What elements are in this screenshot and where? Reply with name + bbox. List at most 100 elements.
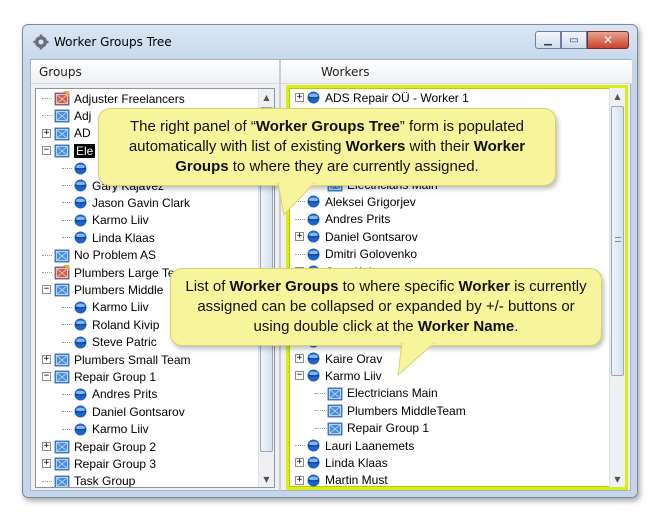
tree-line [62,202,72,204]
tree-item-label: Andres Prits [92,387,158,402]
tree-item[interactable]: Task Group [42,473,135,487]
group-icon [54,439,70,454]
tree-item[interactable]: + Repair Group 3 [42,455,156,472]
expand-plus-icon[interactable]: + [295,232,304,242]
expand-plus-icon[interactable]: + [42,355,51,364]
tree-item[interactable]: − Repair Group 1 [42,368,156,385]
tree-line [315,392,325,394]
expand-plus-icon[interactable]: + [295,475,304,485]
tree-item[interactable]: Lauri Laanemets [295,437,414,454]
callout-bold-text: Workers [345,138,406,155]
collapse-minus-icon[interactable]: − [295,371,304,381]
tree-item-label: AD [74,126,91,141]
tree-item[interactable]: + Repair Group 2 [42,438,156,455]
tree-item[interactable]: − Karmo Liiv [295,367,382,384]
callout-text: with their [405,138,474,155]
tree-item-label: Plumbers Middle [74,282,164,297]
tree-line [62,428,72,430]
tree-line [315,427,325,429]
group-icon [54,126,70,141]
worker-icon [307,248,320,261]
expand-plus-icon[interactable]: + [295,93,304,102]
tree-item[interactable]: Andres Prits [62,386,157,403]
tree-item-label: Karmo Liiv [92,300,149,315]
tree-line [62,306,72,308]
tree-item[interactable]: − Ele [42,142,96,159]
expand-plus-icon[interactable]: + [42,442,51,451]
tree-item-label: Kaire Orav [325,351,383,366]
collapse-minus-icon[interactable]: − [42,372,51,382]
tree-line [42,115,52,117]
tree-item[interactable]: Jason Gavin Clark [62,194,190,211]
tree-item-label: Steve Patric [92,335,157,350]
expand-plus-icon[interactable]: + [42,459,51,469]
tree-item[interactable] [62,160,92,177]
group-icon [54,282,70,297]
callout-text: to where they are currently assigned. [228,158,479,175]
tree-item[interactable]: + Linda Klaas [295,454,388,471]
tree-item[interactable]: Adjuster Freelancers [42,90,185,107]
tree-item[interactable]: Plumbers Large Team [42,264,191,281]
tree-item[interactable]: Electricians Main [315,385,438,402]
tree-line [42,480,52,482]
tree-line [42,98,52,99]
collapse-minus-icon[interactable]: − [42,285,51,295]
tree-item[interactable]: Daniel Gontsarov [62,403,185,420]
tree-line [42,254,52,256]
scroll-down-arrow-icon[interactable]: ▼ [259,471,274,487]
tree-item-label: Plumbers MiddleTeam [347,403,466,418]
tree-item[interactable]: Repair Group 1 [315,420,429,437]
worker-icon [307,474,320,487]
group-icon [54,143,70,158]
scroll-up-arrow-icon[interactable]: ▲ [610,88,625,104]
group-icon [327,421,343,436]
close-button[interactable]: ✕ [587,31,629,49]
tree-item[interactable]: + Plumbers Small Team [42,351,190,368]
tree-line [62,167,72,169]
workers-tree-scrollbar[interactable]: ▲ ▼ [609,88,625,487]
tree-item[interactable]: + ADS Repair OÜ - Worker 1 [295,89,469,106]
callout-right-panel-info: The right panel of “Worker Groups Tree” … [98,108,556,186]
tree-item[interactable]: Plumbers MiddleTeam [315,402,466,419]
tree-item[interactable]: Karmo Liiv [62,212,149,229]
callout-bold-text: Worker Groups Tree [255,118,400,135]
tree-item-label: Repair Group 2 [74,439,157,454]
tree-item[interactable]: − Plumbers Middle [42,281,163,298]
worker-icon [74,336,87,349]
tree-item-label: Daniel Gontsarov [325,229,418,244]
scroll-thumb[interactable] [611,106,624,376]
title-bar[interactable]: Worker Groups Tree ▁ ▭ ✕ [23,25,637,59]
tree-item[interactable]: + Martin Must [295,472,388,487]
callout-bold-text: Worker Groups [229,278,339,295]
tree-item[interactable]: Steve Patric [62,334,157,351]
tree-item[interactable]: Dmitri Golovenko [295,246,417,263]
expand-plus-icon[interactable]: + [295,354,304,363]
tree-item[interactable]: Karmo Liiv [62,299,149,316]
scroll-up-arrow-icon[interactable]: ▲ [259,89,274,105]
worker-icon [74,301,87,314]
collapse-minus-icon[interactable]: − [42,146,51,156]
tree-item-label: Lauri Laanemets [325,438,415,453]
tree-item[interactable]: + AD [42,125,91,142]
workers-pane-header: Workers [281,60,632,84]
worker-icon [74,231,87,244]
tree-item[interactable]: + Daniel Gontsarov [295,228,418,245]
tree-item[interactable]: Adj [42,107,91,124]
tree-item[interactable]: Roland Kivip [62,316,159,333]
worker-icon [307,91,320,104]
group-icon [54,474,70,487]
tree-line [62,393,72,395]
tree-item[interactable]: Karmo Liiv [62,421,149,438]
callout-text: List of [185,278,230,295]
minimize-button[interactable]: ▁ [535,31,561,49]
tree-item[interactable]: No Problem AS [42,247,156,264]
callout-bold-text: Worker [458,278,510,295]
tree-item[interactable]: + Kaire Orav [295,350,382,367]
scroll-down-arrow-icon[interactable]: ▼ [610,471,625,487]
tree-line [62,324,72,326]
worker-icon [307,369,320,382]
maximize-button[interactable]: ▭ [561,31,587,49]
expand-plus-icon[interactable]: + [42,128,51,138]
expand-plus-icon[interactable]: + [295,458,304,468]
tree-item[interactable]: Linda Klaas [62,229,155,246]
